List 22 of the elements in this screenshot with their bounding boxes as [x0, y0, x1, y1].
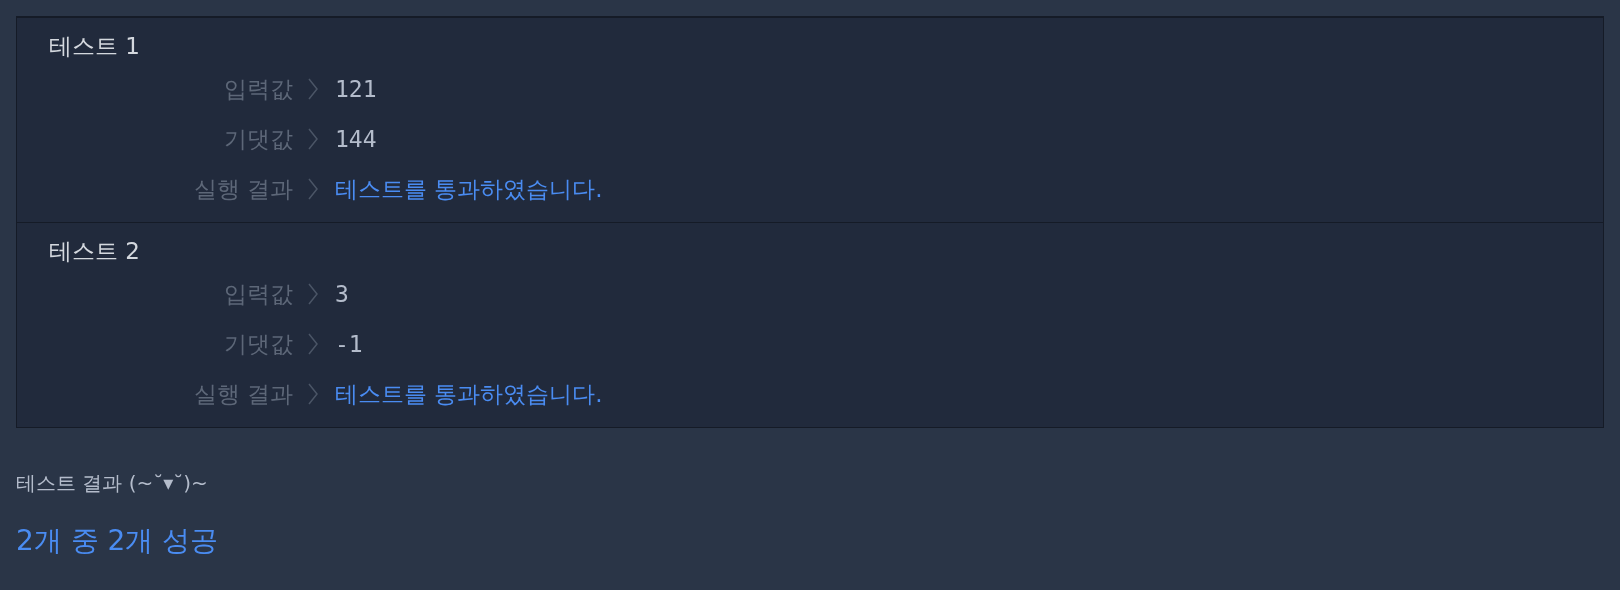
field-label: 기댓값: [224, 329, 293, 359]
chevron-icon: [307, 382, 319, 406]
chevron-icon: [307, 282, 319, 306]
field-label: 입력값: [224, 74, 293, 104]
summary-heading: 테스트 결과 (~˘▾˘)~: [16, 470, 209, 497]
field-label: 기댓값: [224, 124, 293, 154]
field-label: 실행 결과: [193, 174, 293, 204]
field-value: 3: [335, 281, 349, 307]
chevron-icon: [307, 177, 319, 201]
chevron-icon: [307, 332, 319, 356]
summary-result: 2개 중 2개 성공: [16, 523, 220, 559]
test-title: 테스트 2: [49, 237, 141, 266]
result-message: 테스트를 통과하였습니다.: [335, 174, 603, 204]
test-title: 테스트 1: [49, 32, 141, 61]
chevron-icon: [307, 77, 319, 101]
chevron-icon: [307, 127, 319, 151]
field-label: 실행 결과: [193, 379, 293, 409]
field-label: 입력값: [224, 279, 293, 309]
field-value: 121: [335, 76, 377, 102]
result-message: 테스트를 통과하였습니다.: [335, 379, 603, 409]
field-value: -1: [335, 331, 363, 357]
field-value: 144: [335, 126, 377, 152]
